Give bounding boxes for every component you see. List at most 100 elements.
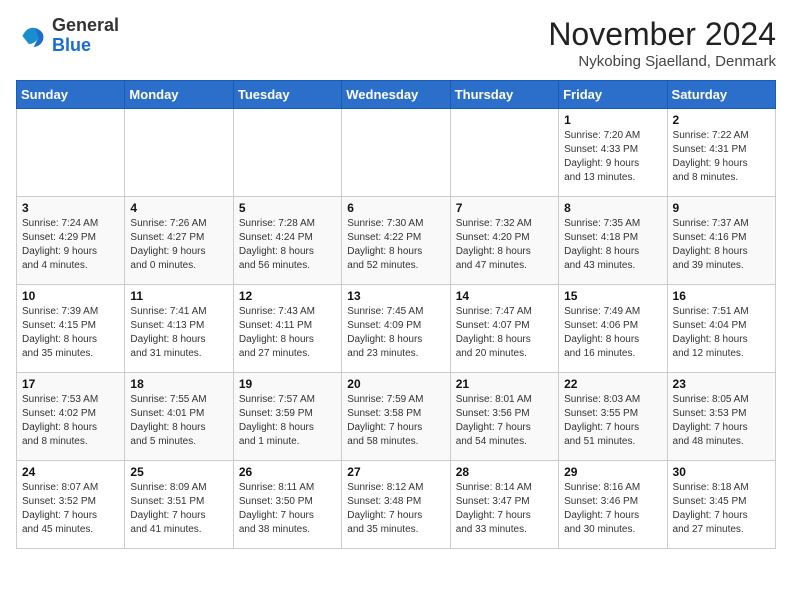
day-number: 6 [347, 201, 444, 215]
day-info: Sunrise: 8:12 AM Sunset: 3:48 PM Dayligh… [347, 481, 444, 537]
day-number: 28 [456, 465, 553, 479]
calendar-cell: 4Sunrise: 7:26 AM Sunset: 4:27 PM Daylig… [125, 197, 233, 285]
day-info: Sunrise: 8:16 AM Sunset: 3:46 PM Dayligh… [564, 481, 661, 537]
calendar-cell: 28 Sunrise: 8:14 AM Sunset: 3:47 PM Dayli… [450, 461, 558, 549]
calendar-cell: 15 Sunrise: 7:49 AM Sunset: 4:06 PM Dayli… [559, 285, 667, 373]
column-header-friday: Friday [559, 81, 667, 109]
day-number: 5 [239, 201, 336, 215]
day-info: Sunrise: 7:32 AM Sunset: 4:20 PM Dayligh… [456, 217, 553, 273]
calendar-cell [450, 109, 558, 197]
calendar-cell: 18 Sunrise: 7:55 AM Sunset: 4:01 PM Dayli… [125, 373, 233, 461]
calendar-cell: 5 Sunrise: 7:28 AM Sunset: 4:24 PM Daylig… [233, 197, 341, 285]
day-info: Sunrise: 8:11 AM Sunset: 3:50 PM Dayligh… [239, 481, 336, 537]
calendar-cell: 13 Sunrise: 7:45 AM Sunset: 4:09 PM Dayli… [342, 285, 450, 373]
day-number: 19 [239, 377, 336, 391]
calendar-cell: 11Sunrise: 7:41 AM Sunset: 4:13 PM Dayli… [125, 285, 233, 373]
calendar-cell [17, 109, 125, 197]
day-number: 24 [22, 465, 119, 479]
day-number: 11 [130, 289, 227, 303]
day-number: 29 [564, 465, 661, 479]
day-number: 3 [22, 201, 119, 215]
day-info: Sunrise: 7:26 AM Sunset: 4:27 PM Dayligh… [130, 217, 227, 273]
day-info: Sunrise: 7:47 AM Sunset: 4:07 PM Dayligh… [456, 305, 553, 361]
calendar-week-1: 1 Sunrise: 7:20 AM Sunset: 4:33 PM Daylig… [17, 109, 776, 197]
location: Nykobing Sjaelland, Denmark [548, 53, 776, 70]
calendar-cell: 30 Sunrise: 8:18 AM Sunset: 3:45 PM Dayli… [667, 461, 775, 549]
day-number: 26 [239, 465, 336, 479]
day-number: 18 [130, 377, 227, 391]
calendar-cell: 14 Sunrise: 7:47 AM Sunset: 4:07 PM Dayli… [450, 285, 558, 373]
day-number: 20 [347, 377, 444, 391]
page-header: General Blue November 2024 Nykobing Sjae… [16, 16, 776, 70]
column-header-thursday: Thursday [450, 81, 558, 109]
day-info: Sunrise: 7:28 AM Sunset: 4:24 PM Dayligh… [239, 217, 336, 273]
day-number: 9 [673, 201, 770, 215]
calendar-cell: 2Sunrise: 7:22 AM Sunset: 4:31 PM Daylig… [667, 109, 775, 197]
title-area: November 2024 Nykobing Sjaelland, Denmar… [548, 16, 776, 70]
day-number: 30 [673, 465, 770, 479]
day-number: 7 [456, 201, 553, 215]
calendar-week-3: 10Sunrise: 7:39 AM Sunset: 4:15 PM Dayli… [17, 285, 776, 373]
day-info: Sunrise: 7:57 AM Sunset: 3:59 PM Dayligh… [239, 393, 336, 449]
calendar-cell: 19 Sunrise: 7:57 AM Sunset: 3:59 PM Dayli… [233, 373, 341, 461]
day-number: 21 [456, 377, 553, 391]
calendar-cell: 6 Sunrise: 7:30 AM Sunset: 4:22 PM Daylig… [342, 197, 450, 285]
calendar-cell: 24 Sunrise: 8:07 AM Sunset: 3:52 PM Dayli… [17, 461, 125, 549]
day-number: 22 [564, 377, 661, 391]
day-info: Sunrise: 7:45 AM Sunset: 4:09 PM Dayligh… [347, 305, 444, 361]
calendar-cell: 3Sunrise: 7:24 AM Sunset: 4:29 PM Daylig… [17, 197, 125, 285]
day-number: 23 [673, 377, 770, 391]
month-title: November 2024 [548, 16, 776, 53]
day-info: Sunrise: 8:07 AM Sunset: 3:52 PM Dayligh… [22, 481, 119, 537]
day-number: 27 [347, 465, 444, 479]
calendar-cell: 23 Sunrise: 8:05 AM Sunset: 3:53 PM Dayli… [667, 373, 775, 461]
calendar-header-row: SundayMondayTuesdayWednesdayThursdayFrid… [17, 81, 776, 109]
column-header-monday: Monday [125, 81, 233, 109]
calendar-cell: 27 Sunrise: 8:12 AM Sunset: 3:48 PM Dayli… [342, 461, 450, 549]
logo: General Blue [16, 16, 119, 56]
calendar-cell [233, 109, 341, 197]
column-header-wednesday: Wednesday [342, 81, 450, 109]
calendar-cell: 16 Sunrise: 7:51 AM Sunset: 4:04 PM Dayli… [667, 285, 775, 373]
calendar-cell [342, 109, 450, 197]
day-info: Sunrise: 8:05 AM Sunset: 3:53 PM Dayligh… [673, 393, 770, 449]
calendar-cell: 8Sunrise: 7:35 AM Sunset: 4:18 PM Daylig… [559, 197, 667, 285]
day-number: 25 [130, 465, 227, 479]
calendar-cell: 25Sunrise: 8:09 AM Sunset: 3:51 PM Dayli… [125, 461, 233, 549]
calendar-cell: 9 Sunrise: 7:37 AM Sunset: 4:16 PM Daylig… [667, 197, 775, 285]
column-header-saturday: Saturday [667, 81, 775, 109]
day-info: Sunrise: 8:14 AM Sunset: 3:47 PM Dayligh… [456, 481, 553, 537]
day-info: Sunrise: 7:20 AM Sunset: 4:33 PM Dayligh… [564, 129, 661, 185]
calendar-week-5: 24 Sunrise: 8:07 AM Sunset: 3:52 PM Dayli… [17, 461, 776, 549]
day-info: Sunrise: 7:53 AM Sunset: 4:02 PM Dayligh… [22, 393, 119, 449]
calendar-week-2: 3Sunrise: 7:24 AM Sunset: 4:29 PM Daylig… [17, 197, 776, 285]
day-number: 13 [347, 289, 444, 303]
day-info: Sunrise: 8:18 AM Sunset: 3:45 PM Dayligh… [673, 481, 770, 537]
calendar-cell: 20 Sunrise: 7:59 AM Sunset: 3:58 PM Dayli… [342, 373, 450, 461]
day-number: 14 [456, 289, 553, 303]
day-info: Sunrise: 7:49 AM Sunset: 4:06 PM Dayligh… [564, 305, 661, 361]
day-number: 1 [564, 113, 661, 127]
day-number: 16 [673, 289, 770, 303]
day-info: Sunrise: 7:30 AM Sunset: 4:22 PM Dayligh… [347, 217, 444, 273]
day-info: Sunrise: 8:01 AM Sunset: 3:56 PM Dayligh… [456, 393, 553, 449]
column-header-tuesday: Tuesday [233, 81, 341, 109]
calendar-cell: 21 Sunrise: 8:01 AM Sunset: 3:56 PM Dayli… [450, 373, 558, 461]
day-info: Sunrise: 7:51 AM Sunset: 4:04 PM Dayligh… [673, 305, 770, 361]
calendar-week-4: 17 Sunrise: 7:53 AM Sunset: 4:02 PM Dayli… [17, 373, 776, 461]
day-number: 8 [564, 201, 661, 215]
calendar-body: 1 Sunrise: 7:20 AM Sunset: 4:33 PM Daylig… [17, 109, 776, 549]
day-info: Sunrise: 7:59 AM Sunset: 3:58 PM Dayligh… [347, 393, 444, 449]
day-info: Sunrise: 7:37 AM Sunset: 4:16 PM Dayligh… [673, 217, 770, 273]
calendar-cell: 29 Sunrise: 8:16 AM Sunset: 3:46 PM Dayli… [559, 461, 667, 549]
day-number: 17 [22, 377, 119, 391]
calendar-table: SundayMondayTuesdayWednesdayThursdayFrid… [16, 80, 776, 549]
day-number: 15 [564, 289, 661, 303]
day-info: Sunrise: 8:03 AM Sunset: 3:55 PM Dayligh… [564, 393, 661, 449]
calendar-cell: 17 Sunrise: 7:53 AM Sunset: 4:02 PM Dayli… [17, 373, 125, 461]
calendar-cell: 7 Sunrise: 7:32 AM Sunset: 4:20 PM Daylig… [450, 197, 558, 285]
day-info: Sunrise: 7:43 AM Sunset: 4:11 PM Dayligh… [239, 305, 336, 361]
day-info: Sunrise: 7:55 AM Sunset: 4:01 PM Dayligh… [130, 393, 227, 449]
logo-text: General Blue [52, 16, 119, 56]
calendar-cell: 10Sunrise: 7:39 AM Sunset: 4:15 PM Dayli… [17, 285, 125, 373]
